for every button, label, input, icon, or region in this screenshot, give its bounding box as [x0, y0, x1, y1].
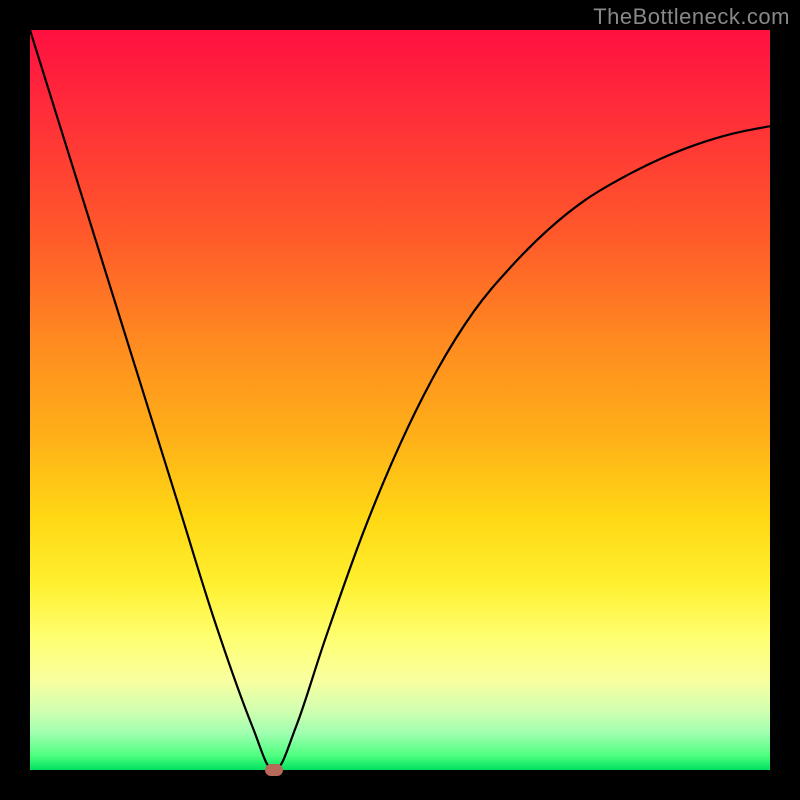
plot-area [30, 30, 770, 770]
bottleneck-curve [30, 30, 770, 770]
curve-path [30, 30, 770, 770]
minimum-marker [265, 764, 283, 776]
watermark-text: TheBottleneck.com [593, 4, 790, 30]
chart-frame: TheBottleneck.com [0, 0, 800, 800]
